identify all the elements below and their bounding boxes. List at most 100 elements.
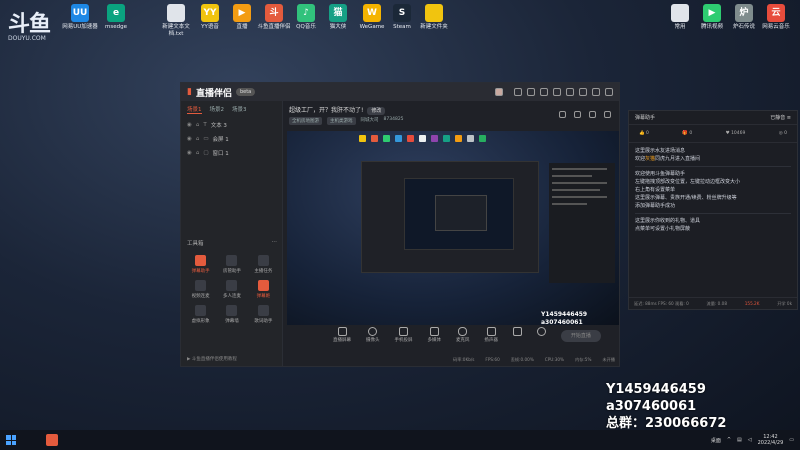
avatar[interactable] xyxy=(495,88,503,96)
media-button[interactable]: 多媒体 xyxy=(427,327,441,347)
tab-scene-2[interactable]: 场景2 xyxy=(210,105,225,114)
desktop-label[interactable]: 桌面 xyxy=(711,437,721,444)
tool-item[interactable]: 视频连麦 xyxy=(185,280,216,299)
skin-icon[interactable] xyxy=(553,88,561,96)
app-icon: ♪ xyxy=(297,4,315,22)
tab-scene-1[interactable]: 场景1 xyxy=(187,105,202,114)
desktop-icon[interactable]: 云网易云音乐 xyxy=(756,4,796,31)
taskbar-douyu-app-icon[interactable] xyxy=(46,434,58,446)
taskbar: 桌面 ^ ▤ ◁ 12:42 2022/4/29 ▭ xyxy=(0,430,800,450)
tool-item[interactable]: 弹幕墙 xyxy=(216,305,247,324)
menu-icon[interactable] xyxy=(566,88,574,96)
tool-icon xyxy=(226,305,238,316)
app-icon: YY xyxy=(201,4,219,22)
settings-icon[interactable] xyxy=(589,111,596,118)
share-icon[interactable] xyxy=(559,111,566,118)
barrage-assistant-panel[interactable]: 弹幕助手 已静音 ≡ 👍 0 🎁 0 ♥ 10469 ◎ 0 这里展示水友进场消… xyxy=(628,110,798,310)
room-title[interactable]: 超级工厂，开？我肝不动了! xyxy=(289,107,363,114)
clock[interactable]: 12:42 2022/4/29 xyxy=(758,434,784,446)
app-icon: S xyxy=(393,4,411,22)
mail-icon[interactable] xyxy=(514,88,522,96)
nested-preview-window xyxy=(361,161,539,273)
camera-button[interactable]: 摄像头 xyxy=(366,327,379,347)
screen-source-icon: ▭ xyxy=(203,136,209,142)
tool-icon xyxy=(226,280,238,291)
tool-icon xyxy=(195,280,207,291)
tab-scene-3[interactable]: 场景3 xyxy=(232,105,247,114)
gear-icon[interactable] xyxy=(536,327,546,347)
maximize-icon[interactable] xyxy=(592,88,600,96)
app-brand: ▮ 直播伴侣 beta xyxy=(187,86,256,99)
record-icon[interactable] xyxy=(512,327,522,347)
app-icon xyxy=(425,4,443,22)
stream-preview[interactable]: Y1459446459 a307460061 总群：230066672 xyxy=(287,131,619,325)
eye-icon[interactable]: ◉ xyxy=(187,136,192,142)
message-icon[interactable] xyxy=(527,88,535,96)
screen-capture-button[interactable]: 直播屏幕 xyxy=(333,327,351,347)
tool-item[interactable]: 多人连麦 xyxy=(216,280,247,299)
app-icon: UU xyxy=(71,4,89,22)
eye-icon[interactable]: ◉ xyxy=(187,122,192,128)
tool-item[interactable]: 主播任务 xyxy=(248,255,279,274)
barrage-message: 欢迎使用斗鱼弹幕助手 xyxy=(635,171,686,177)
monitor-icon xyxy=(337,327,347,336)
source-item[interactable]: ◉ ⌂ T 文本 3 xyxy=(181,118,282,132)
bell-icon[interactable] xyxy=(604,111,611,118)
lock-icon[interactable]: ⌂ xyxy=(196,122,200,128)
stat-like: 👍 0 xyxy=(639,131,649,136)
barrage-message: 这里展示水友进场消息 xyxy=(635,148,686,154)
volume-icon[interactable]: ◁ xyxy=(748,437,752,443)
preview-text-overlay: Y1459446459 a307460061 总群：230066672 xyxy=(541,311,588,325)
tutorial-link[interactable]: ▶ 斗鱼直播伴侣使用教程 xyxy=(187,356,237,362)
camera-icon xyxy=(368,327,378,336)
notification-icon[interactable]: ▭ xyxy=(789,437,794,443)
source-item[interactable]: ◉ ⌂ ▭ 会屏 1 xyxy=(181,132,282,146)
lock-icon[interactable]: ⌂ xyxy=(196,136,200,142)
speaker-button[interactable]: 扬声器 xyxy=(484,327,498,347)
close-icon[interactable] xyxy=(605,88,613,96)
network-icon[interactable]: ▤ xyxy=(737,437,742,443)
minimize-icon[interactable] xyxy=(579,88,587,96)
lock-icon[interactable]: ⌂ xyxy=(196,150,200,156)
app-icon: ▶ xyxy=(703,4,721,22)
category-tag[interactable]: 主机类游戏 xyxy=(327,117,356,125)
microphone-button[interactable]: 麦克风 xyxy=(456,327,469,347)
menu-icon[interactable]: ≡ xyxy=(787,115,791,121)
desktop-icon[interactable]: 新建文件夹 xyxy=(414,4,454,31)
edit-title-button[interactable]: 修改 xyxy=(367,107,386,115)
more-icon[interactable]: ⋯ xyxy=(272,239,278,247)
window-source-icon: ▢ xyxy=(203,150,209,156)
tool-item[interactable]: 房管助手 xyxy=(216,255,247,274)
notice-icon[interactable] xyxy=(574,111,581,118)
stat-viewers: ◎ 0 xyxy=(778,131,787,136)
category-tag[interactable]: 全机房地图游 xyxy=(289,117,322,125)
mute-status[interactable]: 已静音 xyxy=(770,115,785,121)
chevron-up-icon[interactable]: ^ xyxy=(727,437,731,443)
microphone-icon xyxy=(458,327,468,336)
barrage-message: 这里展示弹幕、贵族开通/续费、粉丝牌升级等 xyxy=(635,195,737,201)
app-icon: 斗 xyxy=(265,4,283,22)
eye-icon[interactable]: ◉ xyxy=(187,150,192,156)
live-companion-window[interactable]: ▮ 直播伴侣 beta 场景1 场景2 场景3 ◉ ⌂ T 文本 3 ◉ ⌂ ▭ 会屏 1 … xyxy=(180,82,620,367)
desktop-icon[interactable]: UU 网易UU加速器 xyxy=(60,4,100,31)
app-icon: 炉 xyxy=(735,4,753,22)
source-item[interactable]: ◉ ⌂ ▢ 窗口 1 xyxy=(181,146,282,160)
tool-item[interactable]: 弹幕助手 xyxy=(185,255,216,274)
start-live-button[interactable]: 开始直播 xyxy=(560,330,601,342)
room-name: 同城大司 xyxy=(360,118,379,123)
app-icon xyxy=(167,4,185,22)
gift-icon[interactable] xyxy=(540,88,548,96)
windows-start-icon[interactable] xyxy=(6,435,16,445)
tool-item[interactable]: 虚拟形象 xyxy=(185,305,216,324)
desktop-icon[interactable]: e msedge xyxy=(96,4,136,31)
divider xyxy=(635,213,791,214)
tool-icon xyxy=(226,255,238,266)
app-icon: 云 xyxy=(767,4,785,22)
stat-heat: ♥ 10469 xyxy=(725,131,746,136)
tool-item[interactable]: 歌词助手 xyxy=(248,305,279,324)
toolbox-title: 工具箱 xyxy=(187,241,204,247)
phone-cast-button[interactable]: 手机投屏 xyxy=(394,327,412,347)
douyu-logo: 斗鱼 DOUYU.COM xyxy=(8,12,51,42)
app-icon: ▶ xyxy=(233,4,251,22)
tool-item[interactable]: 弹幕姬 xyxy=(248,280,279,299)
